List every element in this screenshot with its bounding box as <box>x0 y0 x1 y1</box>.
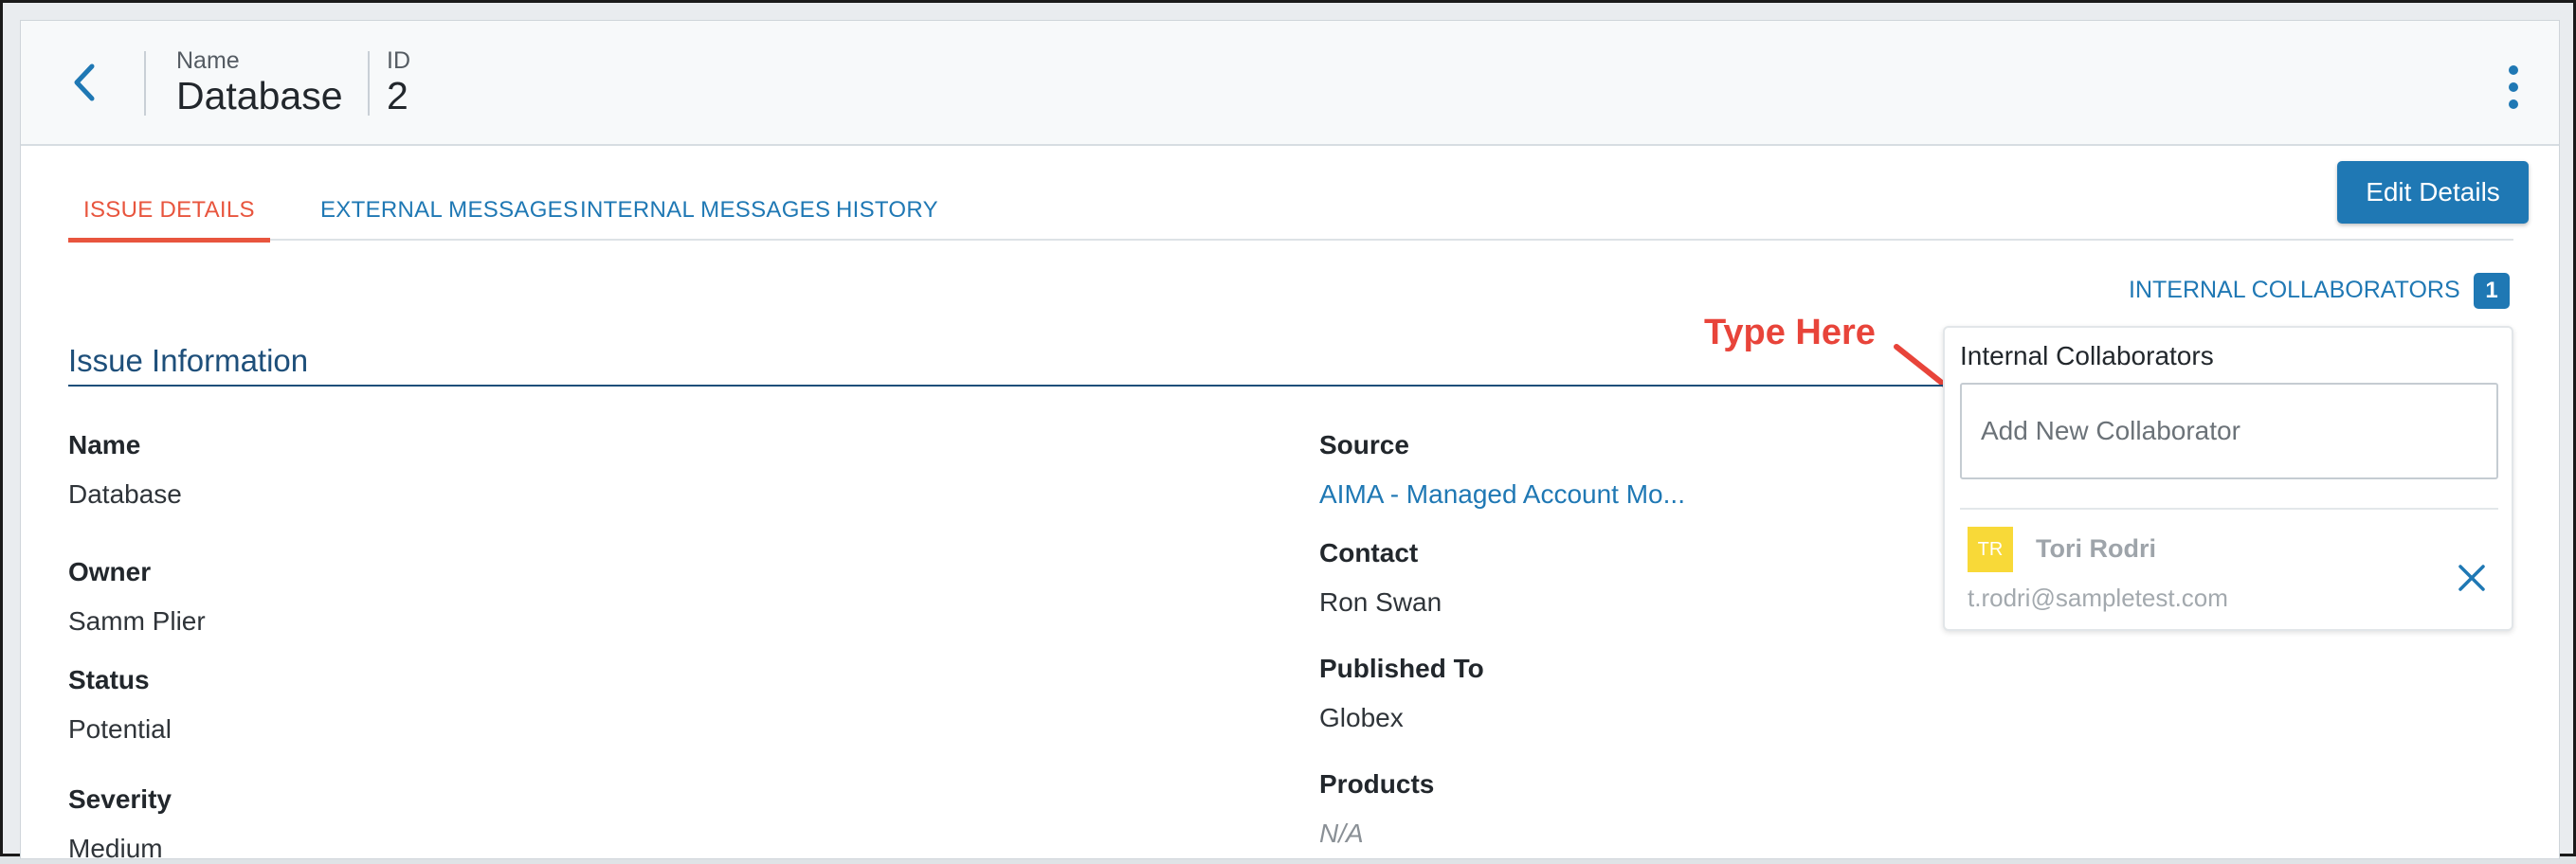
tab-bar: ISSUE DETAILS EXTERNAL MESSAGES INTERNAL… <box>68 163 2513 243</box>
field-label-contact: Contact <box>1319 538 1419 567</box>
popover-divider <box>1960 508 2498 510</box>
field-label-name: Name <box>68 430 141 459</box>
close-icon <box>2458 565 2485 591</box>
edit-details-button[interactable]: Edit Details <box>2337 161 2529 224</box>
field-value-published-to: Globex <box>1319 703 1404 732</box>
annotation-label: Type Here <box>1704 313 1876 352</box>
tab-issue-details[interactable]: ISSUE DETAILS <box>68 163 270 243</box>
field-value-severity: Medium <box>68 834 163 863</box>
field-value-source-link[interactable]: AIMA - Managed Account Mo... <box>1319 479 1685 510</box>
field-label-source: Source <box>1319 430 1409 459</box>
back-button[interactable] <box>64 59 102 106</box>
internal-collaborators-link[interactable]: INTERNAL COLLABORATORS <box>2129 277 2460 304</box>
tab-external-messages[interactable]: EXTERNAL MESSAGES <box>320 163 578 241</box>
header-divider <box>368 51 370 116</box>
collaborator-email: t.rodri@sampletest.com <box>1968 584 2228 612</box>
section-title: Issue Information <box>68 343 309 378</box>
issue-header: Name Database ID 2 <box>21 21 2559 146</box>
section-divider <box>68 385 1973 387</box>
tab-internal-messages[interactable]: INTERNAL MESSAGES <box>580 163 830 241</box>
id-label: ID <box>387 47 410 74</box>
field-value-name: Database <box>68 479 182 509</box>
name-label: Name <box>176 47 240 74</box>
add-collaborator-input[interactable] <box>1960 383 2498 479</box>
collaborators-popover: Internal Collaborators TR Tori Rodri t.r… <box>1943 326 2513 631</box>
field-value-status: Potential <box>68 714 172 744</box>
name-value: Database <box>176 74 343 117</box>
collaborators-count-badge: 1 <box>2474 273 2510 309</box>
remove-collaborator-button[interactable] <box>2453 559 2491 597</box>
avatar: TR <box>1968 527 2013 572</box>
field-label-status: Status <box>68 665 150 694</box>
tab-history[interactable]: HISTORY <box>836 163 938 241</box>
popover-title: Internal Collaborators <box>1960 341 2214 370</box>
field-label-severity: Severity <box>68 784 172 814</box>
field-label-published-to: Published To <box>1319 654 1484 683</box>
field-value-products: N/A <box>1319 819 1364 848</box>
field-value-contact: Ron Swan <box>1319 587 1442 617</box>
field-label-owner: Owner <box>68 557 152 586</box>
kebab-menu-icon[interactable] <box>2494 59 2532 116</box>
field-value-owner: Samm Plier <box>68 606 206 636</box>
issue-card: Name Database ID 2 ISSUE DETAILS EXTERNA… <box>20 20 2560 863</box>
header-divider <box>144 51 146 116</box>
chevron-left-icon <box>74 63 95 101</box>
collaborator-name: Tori Rodri <box>2036 534 2156 563</box>
screenshot-frame: Name Database ID 2 ISSUE DETAILS EXTERNA… <box>0 0 2576 863</box>
field-label-products: Products <box>1319 769 1435 799</box>
id-value: 2 <box>387 74 408 117</box>
